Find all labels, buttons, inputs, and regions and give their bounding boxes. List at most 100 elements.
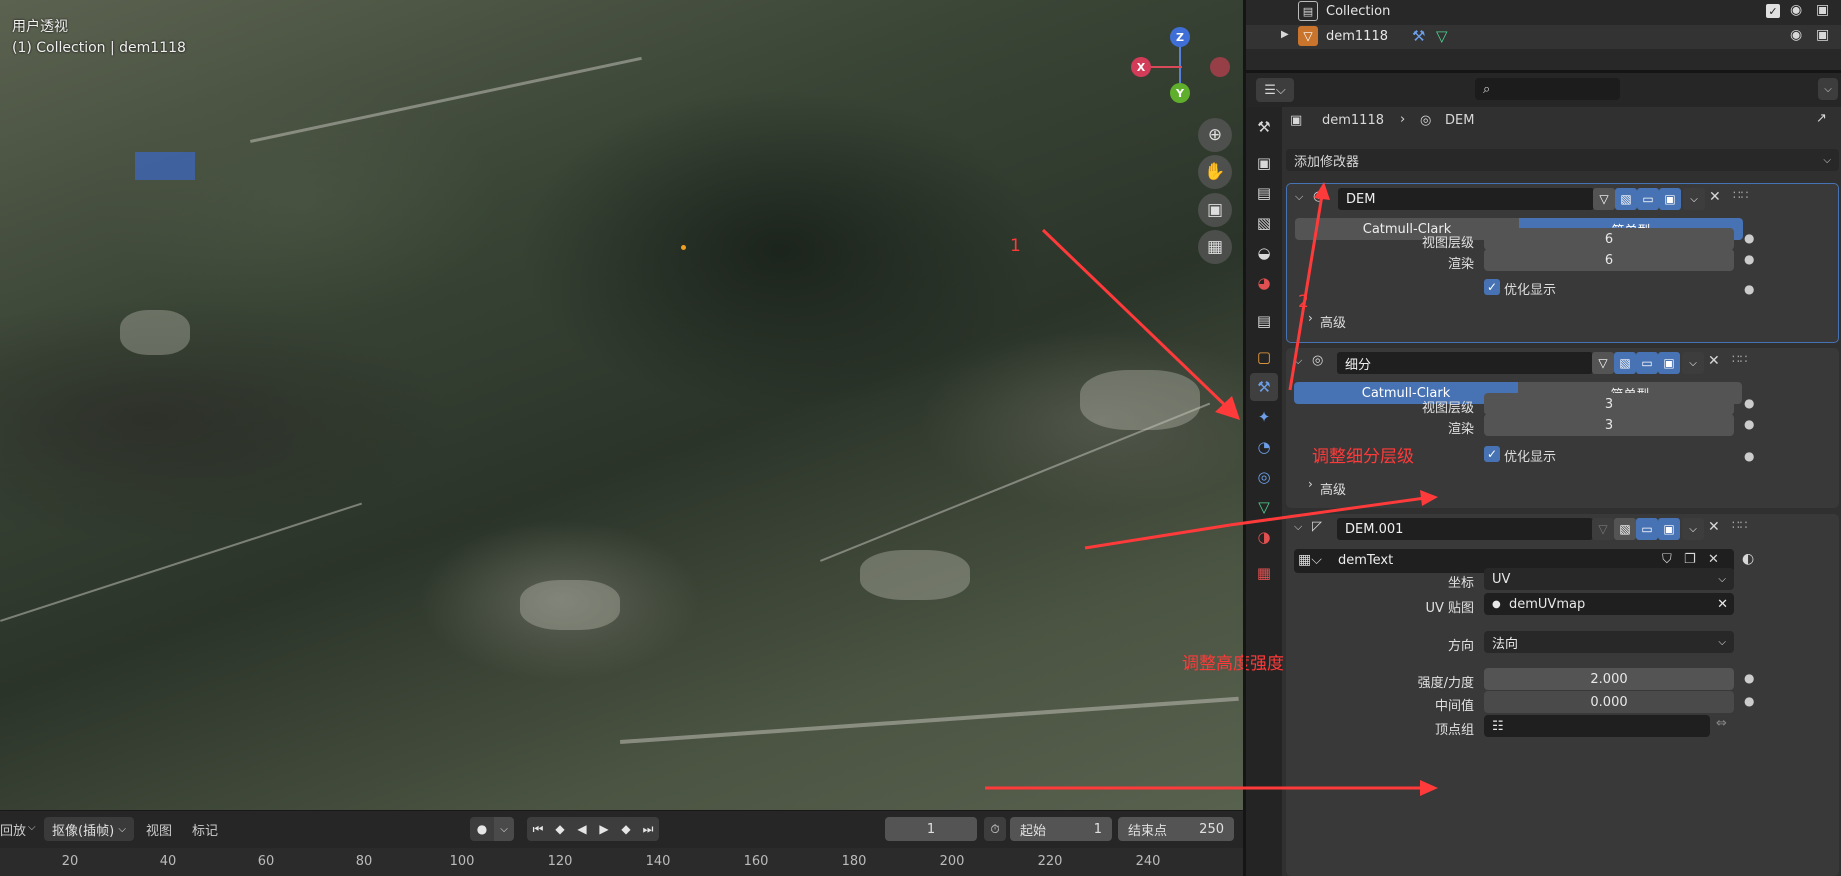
keyframe-dot-icon[interactable]: ●: [1744, 694, 1754, 708]
gizmo-z-axis[interactable]: Z: [1170, 27, 1190, 47]
playback-menu[interactable]: 回放: [0, 820, 26, 839]
expand-arrow-icon[interactable]: ▶: [1281, 29, 1289, 40]
render-camera-icon[interactable]: ▣: [1816, 27, 1829, 43]
editor-type-button[interactable]: ☰⌵: [1256, 78, 1294, 102]
record-icon[interactable]: ●: [470, 817, 494, 841]
drag-handle-icon[interactable]: ∷∷: [1733, 188, 1748, 202]
advanced-label[interactable]: 高级: [1320, 479, 1346, 498]
zoom-icon[interactable]: ⊕: [1198, 118, 1232, 152]
current-frame-field[interactable]: 1: [885, 817, 977, 841]
fake-user-shield-icon[interactable]: ⛉: [1662, 552, 1672, 567]
properties-search-field[interactable]: ⌕: [1475, 78, 1620, 100]
editmode-icon[interactable]: ▧: [1615, 188, 1637, 210]
render-levels-field[interactable]: 3: [1484, 414, 1734, 436]
advanced-expand-icon[interactable]: ›: [1308, 477, 1313, 491]
hand-pan-icon[interactable]: ✋: [1198, 155, 1232, 189]
object-tab-icon[interactable]: ▢: [1250, 343, 1278, 371]
keyframe-dot-icon[interactable]: ●: [1744, 417, 1754, 431]
end-frame-field[interactable]: 结束点 250: [1118, 817, 1234, 841]
viewport-display-icon[interactable]: ▭: [1636, 518, 1658, 540]
gizmo-y-axis[interactable]: Y: [1170, 83, 1190, 103]
render-icon[interactable]: ▣: [1658, 518, 1680, 540]
3d-viewport[interactable]: 用户透视 (1) Collection | dem1118 Z X Y ⊕ ✋ …: [0, 0, 1243, 810]
invert-vertex-group-icon[interactable]: ⇔: [1716, 716, 1727, 731]
keyframe-dot-icon[interactable]: ●: [1744, 449, 1754, 463]
coords-dropdown[interactable]: UV ⌵: [1484, 568, 1734, 590]
modifier-menu-chevron-icon[interactable]: ⌵: [1682, 518, 1704, 540]
render-levels-field[interactable]: 6: [1484, 249, 1734, 271]
vertex-group-field[interactable]: ☷: [1484, 715, 1710, 737]
modifier-name-field[interactable]: 细分: [1337, 352, 1593, 374]
render-icon[interactable]: ▣: [1659, 188, 1681, 210]
keyframe-dot-icon[interactable]: ●: [1744, 671, 1754, 685]
gizmo-neg-x-axis[interactable]: [1210, 57, 1230, 77]
view-layer-tab-icon[interactable]: ▧: [1250, 209, 1278, 237]
viewport-display-icon[interactable]: ▭: [1637, 188, 1659, 210]
remove-modifier-icon[interactable]: ✕: [1709, 189, 1721, 205]
tool-tab-icon[interactable]: ⚒: [1250, 113, 1278, 141]
playback-chevron-icon[interactable]: ⌵: [28, 822, 36, 833]
midlevel-field[interactable]: 0.000: [1484, 691, 1734, 713]
jump-start-icon[interactable]: ⏮: [527, 817, 549, 841]
material-tab-icon[interactable]: ◑: [1250, 523, 1278, 551]
advanced-expand-icon[interactable]: ›: [1308, 311, 1313, 325]
modifier-menu-chevron-icon[interactable]: ⌵: [1682, 352, 1704, 374]
visibility-eye-icon[interactable]: ◉: [1790, 2, 1802, 18]
edit-cage-icon[interactable]: ▽: [1592, 518, 1614, 540]
edit-cage-icon[interactable]: ▽: [1593, 188, 1615, 210]
drag-handle-icon[interactable]: ∷∷: [1732, 518, 1747, 532]
output-tab-icon[interactable]: ▤: [1250, 179, 1278, 207]
uvmap-field[interactable]: ● demUVmap ✕: [1484, 593, 1734, 615]
timeline-ruler[interactable]: 20 40 60 80 100 120 140 160 180 200 220 …: [0, 848, 1243, 876]
advanced-label[interactable]: 高级: [1320, 312, 1346, 331]
collapse-arrow-icon[interactable]: ⌵: [1294, 520, 1302, 534]
mesh-data-icon[interactable]: ▽: [1436, 27, 1448, 45]
drag-handle-icon[interactable]: ∷∷: [1732, 352, 1747, 366]
viewport-levels-field[interactable]: 3: [1484, 393, 1734, 415]
physics-tab-icon[interactable]: ◔: [1250, 433, 1278, 461]
modifier-name-field[interactable]: DEM: [1338, 188, 1594, 210]
particles-tab-icon[interactable]: ✦: [1250, 403, 1278, 431]
start-frame-field[interactable]: 起始 1: [1010, 817, 1112, 841]
unlink-icon[interactable]: ✕: [1708, 552, 1719, 567]
gizmo-x-axis[interactable]: X: [1131, 57, 1151, 77]
pin-icon[interactable]: ↗: [1816, 111, 1827, 126]
outliner-row-collection[interactable]: ▤ Collection ✓ ◉ ▣: [1246, 0, 1841, 24]
keyframe-dot-icon[interactable]: ●: [1744, 282, 1754, 296]
strength-field[interactable]: 2.000: [1484, 668, 1734, 690]
keying-menu[interactable]: 抠像(插帧) ⌵: [44, 817, 134, 841]
visibility-eye-icon[interactable]: ◉: [1790, 27, 1802, 43]
play-icon[interactable]: ▶: [593, 817, 615, 841]
data-tab-icon[interactable]: ▽: [1250, 493, 1278, 521]
modifier-name-field[interactable]: DEM.001: [1337, 518, 1593, 540]
prev-keyframe-icon[interactable]: ◆: [549, 817, 571, 841]
constraints-tab-icon[interactable]: ◎: [1250, 463, 1278, 491]
editmode-icon[interactable]: ▧: [1614, 352, 1636, 374]
modifier-tab-icon[interactable]: ⚒: [1250, 373, 1278, 401]
keyframe-dot-icon[interactable]: ●: [1744, 231, 1754, 245]
collapse-arrow-icon[interactable]: ⌵: [1295, 190, 1303, 204]
render-icon[interactable]: ▣: [1658, 352, 1680, 374]
optimal-display-checkbox[interactable]: ✓: [1484, 279, 1500, 295]
duplicate-icon[interactable]: ❐: [1684, 552, 1696, 567]
editmode-icon[interactable]: ▧: [1614, 518, 1636, 540]
play-reverse-icon[interactable]: ◀: [571, 817, 593, 841]
marker-menu[interactable]: 标记: [192, 820, 218, 839]
texture-checker-icon[interactable]: ▦⌵: [1298, 552, 1322, 568]
region-divider[interactable]: [1246, 70, 1841, 73]
keyframe-dot-icon[interactable]: ●: [1744, 396, 1754, 410]
viewport-display-icon[interactable]: ▭: [1636, 352, 1658, 374]
modifier-wrench-icon[interactable]: ⚒: [1412, 27, 1425, 45]
remove-modifier-icon[interactable]: ✕: [1708, 353, 1720, 369]
render-tab-icon[interactable]: ▣: [1250, 149, 1278, 177]
render-camera-icon[interactable]: ▣: [1816, 2, 1829, 18]
collapse-arrow-icon[interactable]: ⌵: [1294, 354, 1302, 368]
add-modifier-dropdown[interactable]: 添加修改器 ⌵: [1286, 149, 1839, 171]
camera-icon[interactable]: ▣: [1198, 193, 1232, 227]
grid-perspective-icon[interactable]: ▦: [1198, 230, 1232, 264]
texture-properties-icon[interactable]: ◐: [1742, 551, 1754, 567]
texture-tab-icon[interactable]: ▦: [1250, 559, 1278, 587]
remove-modifier-icon[interactable]: ✕: [1708, 519, 1720, 535]
include-checkbox[interactable]: ✓: [1766, 4, 1780, 18]
view-menu[interactable]: 视图: [146, 820, 172, 839]
